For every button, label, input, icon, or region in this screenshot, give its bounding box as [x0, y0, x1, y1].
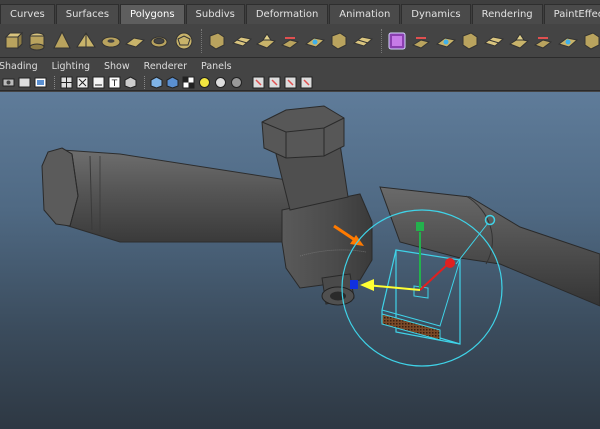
shelf-tab-animation[interactable]: Animation [329, 4, 401, 24]
shelf-tab-bar: Curves Surfaces Polygons Subdivs Deformation… [0, 0, 600, 25]
panel-menu-lighting[interactable]: Lighting [52, 61, 90, 72]
panel-menu-shading[interactable]: Shading [0, 61, 38, 72]
toolbar-separator [144, 75, 146, 89]
shelf-tab-polygons[interactable]: Polygons [120, 4, 185, 24]
shelf-tab-dynamics[interactable]: Dynamics [401, 4, 471, 24]
lighting-icon[interactable] [124, 75, 137, 89]
poly-pyramid-icon[interactable] [75, 30, 97, 52]
x-axis-handle[interactable] [419, 263, 449, 291]
panel-menu-panels[interactable]: Panels [201, 61, 232, 72]
film-gate-icon[interactable] [18, 76, 31, 89]
panel-menu-show[interactable]: Show [104, 61, 130, 72]
smooth-shade-icon[interactable] [92, 76, 105, 89]
poly-cube-icon[interactable] [2, 30, 24, 52]
panel-menu-renderer[interactable]: Renderer [144, 61, 187, 72]
perspective-viewport[interactable] [0, 92, 600, 429]
poly-plane-icon[interactable] [124, 30, 146, 52]
extrude-face-icon[interactable] [410, 30, 432, 52]
x-axis-ball-icon[interactable] [445, 258, 455, 268]
shelf-tab-deformation[interactable]: Deformation [245, 4, 329, 24]
wireframe-icon[interactable] [76, 76, 89, 89]
viewport-scene [41, 105, 600, 367]
select-tool-icon[interactable] [252, 76, 265, 89]
poly-cylinder-icon[interactable] [26, 30, 48, 52]
subdiv-proxy-icon[interactable] [386, 30, 408, 52]
xray-joints-icon[interactable] [198, 76, 211, 89]
extract-icon[interactable] [279, 30, 301, 52]
split-polygon-icon[interactable] [435, 30, 457, 52]
resolution-gate-icon[interactable] [34, 76, 47, 89]
shadow-icon[interactable] [150, 75, 163, 89]
toolbar-separator [54, 75, 56, 89]
shelf-tab-subdivs[interactable]: Subdivs [185, 4, 245, 24]
snapshot-icon[interactable] [268, 76, 281, 89]
bookmark-icon[interactable] [284, 76, 297, 89]
left-pipe-mesh[interactable] [41, 147, 306, 243]
maya-window: Curves Surfaces Polygons Subdivs Deformation… [0, 0, 600, 429]
image-plane-icon[interactable] [230, 76, 243, 89]
camera-attr-icon[interactable] [2, 76, 15, 89]
shelf-separator [201, 28, 203, 53]
svg-text:T: T [111, 79, 118, 89]
panel-toolbar: T [0, 74, 600, 91]
grid-icon[interactable] [60, 76, 73, 89]
z-axis-handle[interactable] [365, 284, 421, 291]
shelf-tab-painteffects[interactable]: PaintEffects [543, 4, 600, 24]
xray-icon[interactable] [182, 76, 195, 89]
gate-mask-icon[interactable] [214, 76, 227, 89]
blue-axis-cube-icon[interactable] [350, 280, 358, 289]
y-axis-cube-icon[interactable] [416, 222, 424, 231]
triangulate-icon[interactable] [304, 30, 326, 52]
poly-soccerball-icon[interactable] [173, 30, 195, 52]
textured-icon[interactable]: T [108, 76, 121, 89]
z-axis-arrow-icon[interactable] [360, 279, 374, 291]
smooth-icon[interactable] [255, 30, 277, 52]
poly-torus-icon[interactable] [100, 30, 122, 52]
shelf-separator [380, 28, 382, 53]
shelf-tab-rendering[interactable]: Rendering [471, 4, 543, 24]
shelf-icon-row [0, 24, 600, 58]
bevel-icon[interactable] [483, 30, 505, 52]
poly-pipe-icon[interactable] [148, 30, 170, 52]
fill-hole-icon[interactable] [557, 30, 579, 52]
bridge-icon[interactable] [532, 30, 554, 52]
isolate-select-icon[interactable] [166, 75, 179, 89]
wedge-icon[interactable] [581, 30, 600, 52]
merge-vertex-icon[interactable] [508, 30, 530, 52]
mirror-icon[interactable] [352, 30, 374, 52]
combine-icon[interactable] [206, 30, 228, 52]
maximize-icon[interactable] [300, 76, 313, 89]
shelf-tab-curves[interactable]: Curves [0, 4, 55, 24]
separate-icon[interactable] [231, 30, 253, 52]
panel-menu-bar: Shading Lighting Show Renderer Panels [0, 59, 600, 74]
quadrangulate-icon[interactable] [328, 30, 350, 52]
append-polygon-icon[interactable] [459, 30, 481, 52]
shelf-tab-surfaces[interactable]: Surfaces [55, 4, 120, 24]
poly-cone-icon[interactable] [51, 30, 73, 52]
